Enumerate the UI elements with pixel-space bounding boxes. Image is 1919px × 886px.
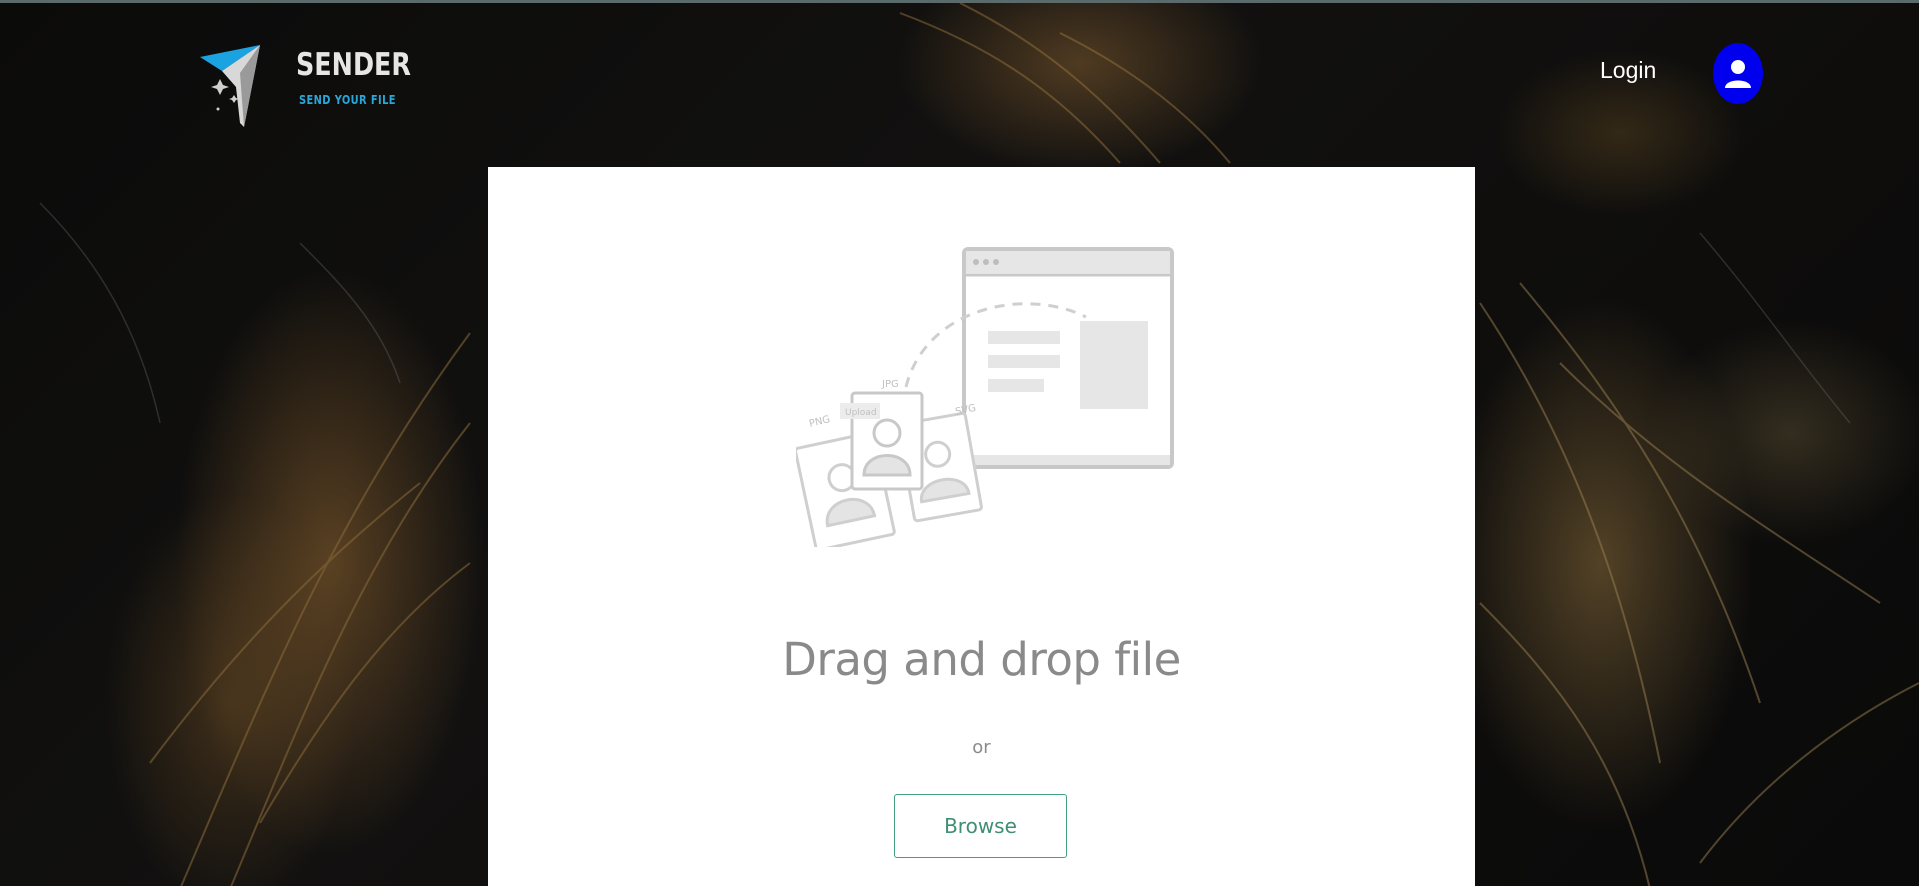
jpg-file-label: JPG xyxy=(881,379,899,390)
or-separator: or xyxy=(972,737,991,758)
file-upload-illustration-icon: SVG PNG Upload JPG xyxy=(796,247,1174,547)
drag-drop-title: Drag and drop file xyxy=(782,633,1181,686)
png-file-label: PNG xyxy=(808,414,831,430)
user-icon xyxy=(1725,59,1751,88)
page: SENDER SEND YOUR FILE Login SVG PNG Uplo… xyxy=(0,0,1919,886)
login-link[interactable]: Login xyxy=(1600,57,1656,84)
browse-button[interactable]: Browse xyxy=(894,794,1067,858)
upload-dropzone[interactable]: SVG PNG Upload JPG Drag and drop file or… xyxy=(488,167,1475,886)
user-avatar-button[interactable] xyxy=(1713,43,1763,104)
upload-tag-label: Upload xyxy=(845,408,877,418)
brand-title: SENDER xyxy=(296,47,411,83)
paper-plane-logo-icon xyxy=(200,45,260,127)
brand-logo[interactable]: SENDER SEND YOUR FILE xyxy=(200,43,436,127)
brand-tagline: SEND YOUR FILE xyxy=(299,93,396,107)
